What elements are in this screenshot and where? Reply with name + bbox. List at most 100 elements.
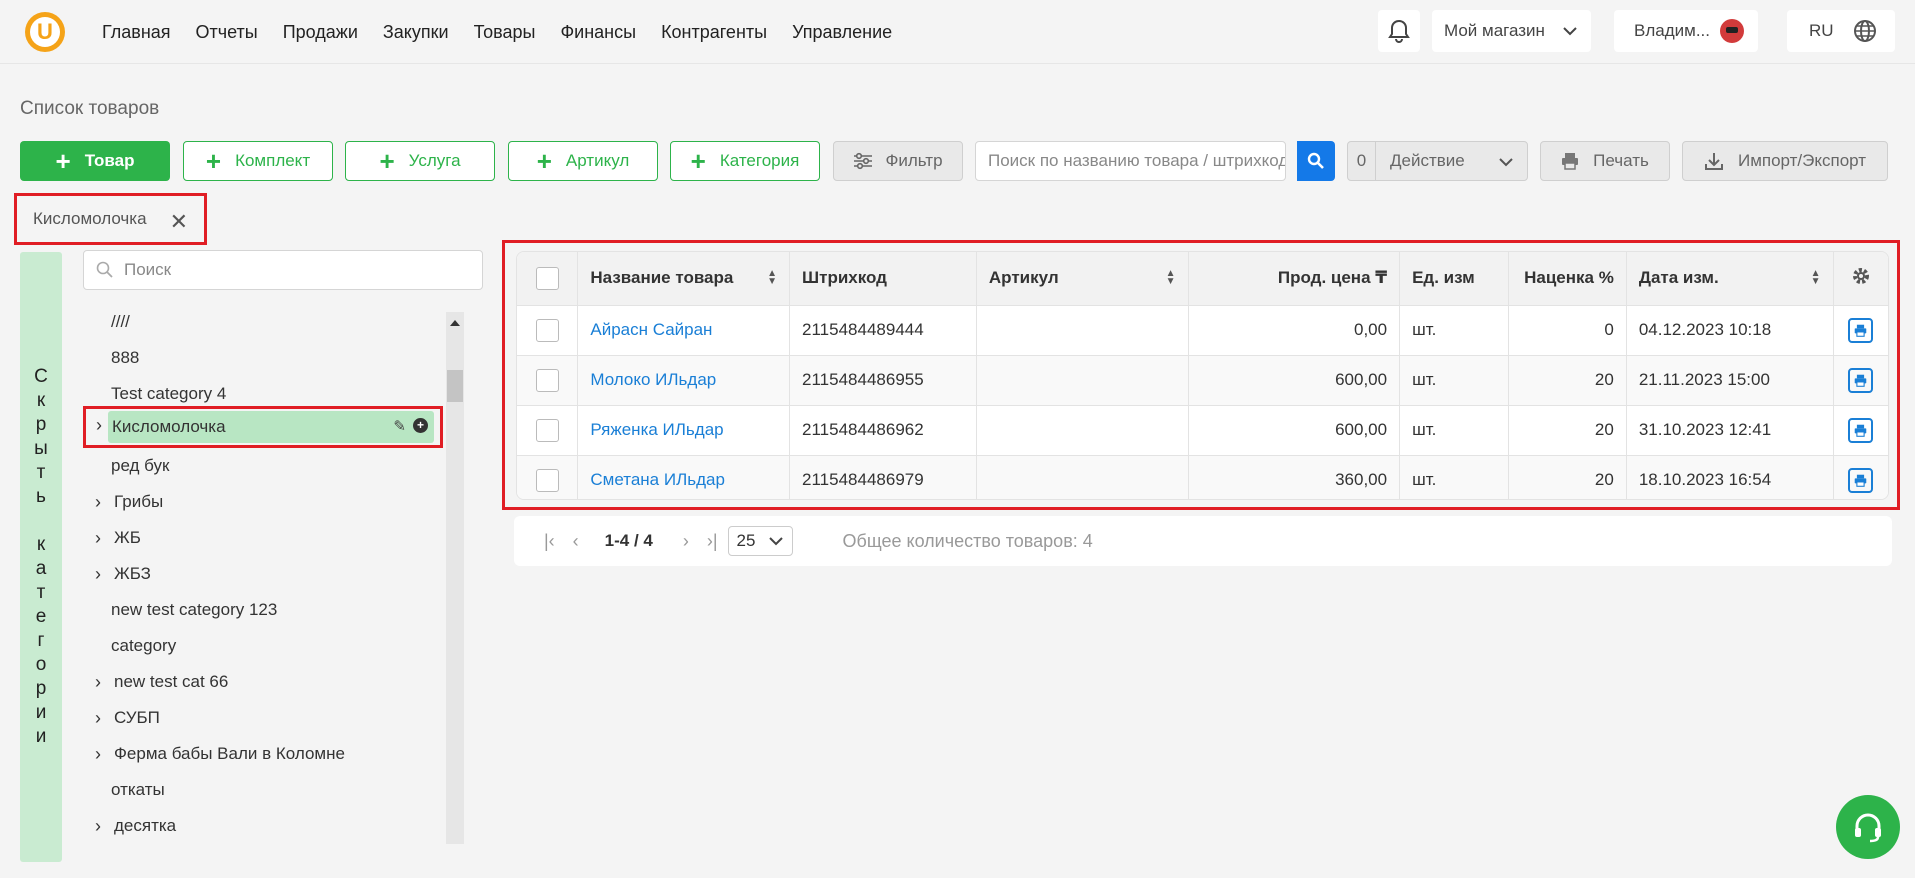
date-cell: 31.10.2023 12:41 <box>1626 404 1834 455</box>
nav-item-reports[interactable]: Отчеты <box>196 22 258 43</box>
pagination: |‹ ‹ 1-4 / 4 › ›| 25 Общее количество то… <box>514 516 1892 566</box>
sort-icon[interactable]: ▲ ▼ <box>1166 269 1176 287</box>
row-checkbox[interactable] <box>535 368 559 392</box>
category-item[interactable]: › СУБП <box>83 702 160 734</box>
column-header-unit[interactable]: Ед. изм <box>1399 252 1509 305</box>
product-link[interactable]: Молоко ИЛьдар <box>590 370 716 389</box>
nav-item-products[interactable]: Товары <box>474 22 536 43</box>
nav-item-purchases[interactable]: Закупки <box>383 22 449 43</box>
chevron-right-icon[interactable]: › <box>96 415 102 436</box>
user-menu[interactable]: Владим... <box>1614 10 1758 52</box>
nav-item-finance[interactable]: Финансы <box>560 22 636 43</box>
article-cell <box>976 454 1189 499</box>
hide-categories-toggle[interactable]: С к р ы т ь к а т е г о р и и <box>20 252 62 862</box>
globe-icon <box>1854 20 1876 42</box>
row-checkbox[interactable] <box>535 468 559 492</box>
category-item[interactable]: откаты <box>83 774 165 806</box>
chevron-right-icon[interactable]: › <box>95 564 107 585</box>
chevron-right-icon[interactable]: › <box>95 492 107 513</box>
add-product-button[interactable]: + Товар <box>20 141 170 181</box>
category-item[interactable]: › десятка <box>83 810 176 842</box>
category-item[interactable]: 888 <box>83 342 139 374</box>
search-button[interactable] <box>1297 141 1335 181</box>
category-item[interactable]: › new test cat 66 <box>83 666 228 698</box>
category-item[interactable]: new test category 123 <box>83 594 277 626</box>
row-checkbox[interactable] <box>535 318 559 342</box>
category-tree: //// 888 Test category 4 ред бук › Грибы … <box>83 306 463 844</box>
column-header-name[interactable]: Название товара ▲ ▼ <box>577 252 791 305</box>
chevron-right-icon[interactable]: › <box>95 708 107 729</box>
chevron-right-icon[interactable]: › <box>95 744 107 765</box>
category-item[interactable]: › ЖБ <box>83 522 141 554</box>
chevron-right-icon[interactable]: › <box>95 528 107 549</box>
close-icon[interactable]: ✕ <box>170 209 188 235</box>
next-page-icon[interactable]: › <box>683 531 689 552</box>
support-chat-button[interactable] <box>1836 795 1900 859</box>
column-header-markup[interactable]: Наценка % <box>1508 252 1627 305</box>
category-item[interactable]: › Грибы <box>83 486 163 518</box>
action-dropdown[interactable]: 0 Действие <box>1347 141 1528 181</box>
selected-category-item[interactable]: › Кисломолочка ✎ + <box>83 406 443 448</box>
column-header-barcode[interactable]: Штрихкод <box>789 252 977 305</box>
nav-item-contractors[interactable]: Контрагенты <box>661 22 767 43</box>
product-link[interactable]: Айрасн Сайран <box>590 320 712 339</box>
scrollbar-thumb[interactable] <box>447 370 463 402</box>
column-header-article[interactable]: Артикул ▲ ▼ <box>976 252 1189 305</box>
category-item[interactable]: //// <box>83 306 130 338</box>
chevron-right-icon[interactable]: › <box>95 672 107 693</box>
print-label-button[interactable] <box>1848 367 1874 393</box>
product-link[interactable]: Сметана ИЛьдар <box>590 470 725 489</box>
add-article-button[interactable]: + Артикул <box>508 141 658 181</box>
add-service-button[interactable]: + Услуга <box>345 141 495 181</box>
language-select[interactable]: RU <box>1787 10 1895 52</box>
prev-page-icon[interactable]: ‹ <box>573 531 579 552</box>
notifications-button[interactable] <box>1378 10 1420 52</box>
price-cell: 600,00 <box>1188 354 1401 405</box>
print-label-button[interactable] <box>1848 317 1874 343</box>
category-item[interactable]: ред бук <box>83 450 169 482</box>
bell-icon <box>1388 19 1410 43</box>
price-cell: 600,00 <box>1188 404 1401 455</box>
category-item[interactable]: category <box>83 630 176 662</box>
product-link[interactable]: Ряженка ИЛьдар <box>590 420 723 439</box>
column-header-date[interactable]: Дата изм. ▲ ▼ <box>1626 252 1834 305</box>
scroll-up-icon[interactable] <box>450 320 460 326</box>
category-scrollbar[interactable] <box>446 312 464 844</box>
category-item[interactable]: › Ферма бабы Вали в Коломне <box>83 738 345 770</box>
nav-item-home[interactable]: Главная <box>102 22 171 43</box>
first-page-icon[interactable]: |‹ <box>544 531 555 552</box>
import-export-button[interactable]: Импорт/Экспорт <box>1682 141 1888 181</box>
pencil-icon[interactable]: ✎ <box>393 417 406 435</box>
plus-icon: + <box>536 146 552 176</box>
sort-icon[interactable]: ▲ ▼ <box>1811 269 1821 287</box>
nav-item-sales[interactable]: Продажи <box>283 22 358 43</box>
sort-icon[interactable]: ▲ ▼ <box>767 269 777 287</box>
print-label-button[interactable] <box>1848 467 1874 493</box>
store-select[interactable]: Мой магазин <box>1432 10 1591 52</box>
nav-item-management[interactable]: Управление <box>792 22 892 43</box>
add-category-button[interactable]: + Категория <box>670 141 820 181</box>
filter-button[interactable]: Фильтр <box>833 141 963 181</box>
last-page-icon[interactable]: ›| <box>707 531 718 552</box>
page-size-select[interactable]: 25 <box>727 526 793 556</box>
print-label-button[interactable] <box>1848 417 1874 443</box>
barcode-cell: 2115484486955 <box>789 354 977 405</box>
table-row: Ряженка ИЛьдар 2115484486962 600,00 шт. … <box>517 404 1888 455</box>
row-checkbox[interactable] <box>535 418 559 442</box>
unit-cell: шт. <box>1399 404 1509 455</box>
select-all-checkbox[interactable] <box>535 266 559 290</box>
print-button[interactable]: Печать <box>1540 141 1670 181</box>
plus-icon: + <box>55 146 71 176</box>
category-item[interactable]: › ЖБЗ <box>83 558 151 590</box>
add-subcategory-icon[interactable]: + <box>413 418 428 433</box>
printer-icon <box>1854 374 1867 387</box>
chevron-right-icon[interactable]: › <box>95 816 107 837</box>
logo[interactable]: U <box>25 12 65 52</box>
plus-icon: + <box>379 146 395 176</box>
column-settings[interactable] <box>1833 252 1888 305</box>
product-search-input[interactable]: Поиск по названию товара / штрихкоду <box>975 141 1286 181</box>
column-header-price[interactable]: Прод. цена ₸ <box>1188 252 1401 305</box>
markup-cell: 20 <box>1508 354 1627 405</box>
add-kit-button[interactable]: + Комплект <box>183 141 333 181</box>
category-search-input[interactable]: Поиск <box>83 250 483 290</box>
